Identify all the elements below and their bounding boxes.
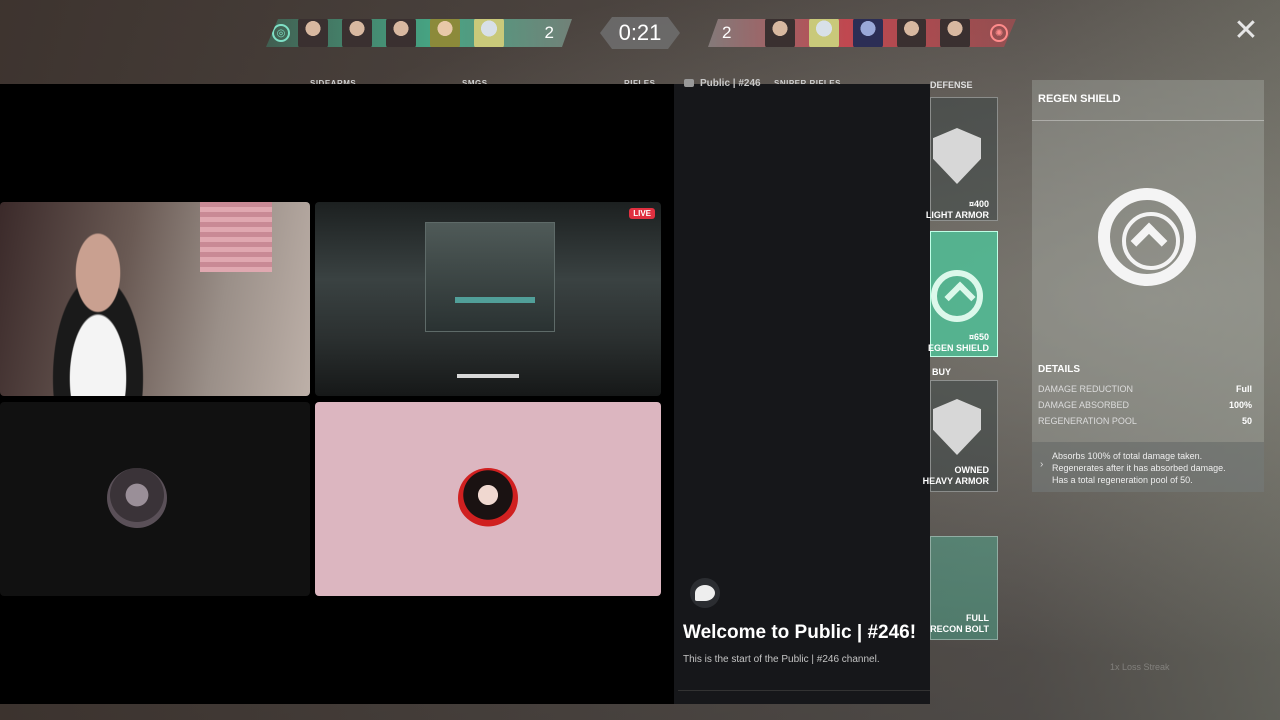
stat-label: REGENERATION POOL [1038,416,1137,426]
participant-tile[interactable] [315,402,661,596]
stat-value: Full [1236,384,1252,394]
regen-shield-price: ¤650 [968,332,989,342]
heavy-armor-status: OWNED [954,465,990,475]
light-armor-icon [933,128,981,184]
regen-shield-card[interactable]: ¤650 EGEN SHIELD [927,231,998,357]
buy-label[interactable]: BUY [932,367,951,377]
ally-agent-portrait [474,18,504,48]
live-badge: LIVE [629,208,655,219]
chevron-right-icon: › [1040,459,1044,470]
stream-hud-bar [457,374,519,378]
stream-light [455,297,535,303]
stat-value: 100% [1228,400,1252,410]
regen-shield-label: EGEN SHIELD [927,343,989,353]
enemy-agent-portrait [940,18,970,48]
divider [1032,120,1264,121]
heavy-armor-label: HEAVY ARMOR [922,476,989,486]
regen-shield-icon [931,270,983,322]
description-box: › Absorbs 100% of total damage taken. Re… [1032,442,1264,492]
description-line: Absorbs 100% of total damage taken. [1052,451,1203,461]
enemy-team-bar: 2 ✺ [708,19,1016,47]
channel-name: Public | #246 [700,78,761,89]
discord-overlay: LIVE Public | #246 Welcome to Public | #… [0,78,930,704]
enemy-team-icon: ✺ [990,24,1008,42]
ally-team-bar: ◎ 2 [266,19,572,47]
light-armor-price: ¤400 [968,199,989,209]
detail-title: REGEN SHIELD [1038,93,1121,105]
ally-agent-portrait [430,18,460,48]
stat-row: DAMAGE REDUCTION Full [1038,384,1252,394]
webcam-tile[interactable] [0,202,310,396]
round-hud: ◎ 2 0:21 2 ✺ ✕ [0,0,1280,70]
participant-tile[interactable] [0,402,310,596]
light-armor-card[interactable]: ¤400 LIGHT ARMOR [926,97,998,221]
enemy-agent-portrait [765,18,795,48]
enemy-agent-portrait [809,18,839,48]
voice-call-grid: LIVE [0,84,668,704]
close-shop-button[interactable]: ✕ [1232,16,1260,46]
stat-value: 50 [1241,416,1252,426]
loss-streak-text: 1x Loss Streak [1110,662,1170,672]
message-input[interactable] [678,690,930,704]
ally-team-icon: ◎ [272,24,290,42]
enemy-agent-portrait [897,18,927,48]
ally-agent-portrait [386,18,416,48]
defense-section-title: DEFENSE [930,80,973,90]
description-text: Absorbs 100% of total damage taken. Rege… [1052,450,1260,486]
item-detail-panel: REGEN SHIELD DETAILS DAMAGE REDUCTION Fu… [1032,80,1264,492]
stat-label: DAMAGE REDUCTION [1038,384,1134,394]
chat-channel-icon [684,79,694,88]
chat-bubble-icon [690,578,720,608]
stat-row: DAMAGE ABSORBED 100% [1038,400,1252,410]
description-line: Has a total regeneration pool of 50. [1052,475,1193,485]
stream-tile[interactable]: LIVE [315,202,661,396]
recon-bolt-status: FULL [966,613,989,623]
light-armor-label: LIGHT ARMOR [925,210,989,220]
details-heading: DETAILS [1038,364,1081,375]
enemy-agent-portrait [853,18,883,48]
stat-label: DAMAGE ABSORBED [1038,400,1130,410]
recon-bolt-label: RECON BOLT [930,624,989,634]
ally-score: 2 [544,23,554,42]
enemy-score: 2 [722,23,732,42]
avatar [458,468,518,528]
recon-bolt-card[interactable]: FULL RECON BOLT [930,536,998,640]
round-timer: 0:21 [600,17,680,49]
webcam-person [28,220,168,396]
ally-agent-portrait [342,18,372,48]
heavy-armor-card[interactable]: OWNED HEAVY ARMOR [923,380,998,492]
webcam-background [200,202,272,272]
stream-scene [425,222,555,332]
channel-welcome-title: Welcome to Public | #246! [683,622,917,643]
defense-shop-column: DEFENSE ¤400 LIGHT ARMOR ¤650 EGEN SHIEL… [923,80,1000,650]
regen-shield-large-icon [1098,188,1196,286]
text-channel-panel: Public | #246 Welcome to Public | #246! … [674,78,930,704]
avatar [107,468,167,528]
heavy-armor-icon [933,399,981,455]
channel-welcome-subtitle: This is the start of the Public | #246 c… [683,654,880,665]
ally-agent-portrait [298,18,328,48]
stat-row: REGENERATION POOL 50 [1038,416,1252,426]
description-line: Regenerates after it has absorbed damage… [1052,463,1226,473]
channel-header: Public | #246 [684,78,761,89]
